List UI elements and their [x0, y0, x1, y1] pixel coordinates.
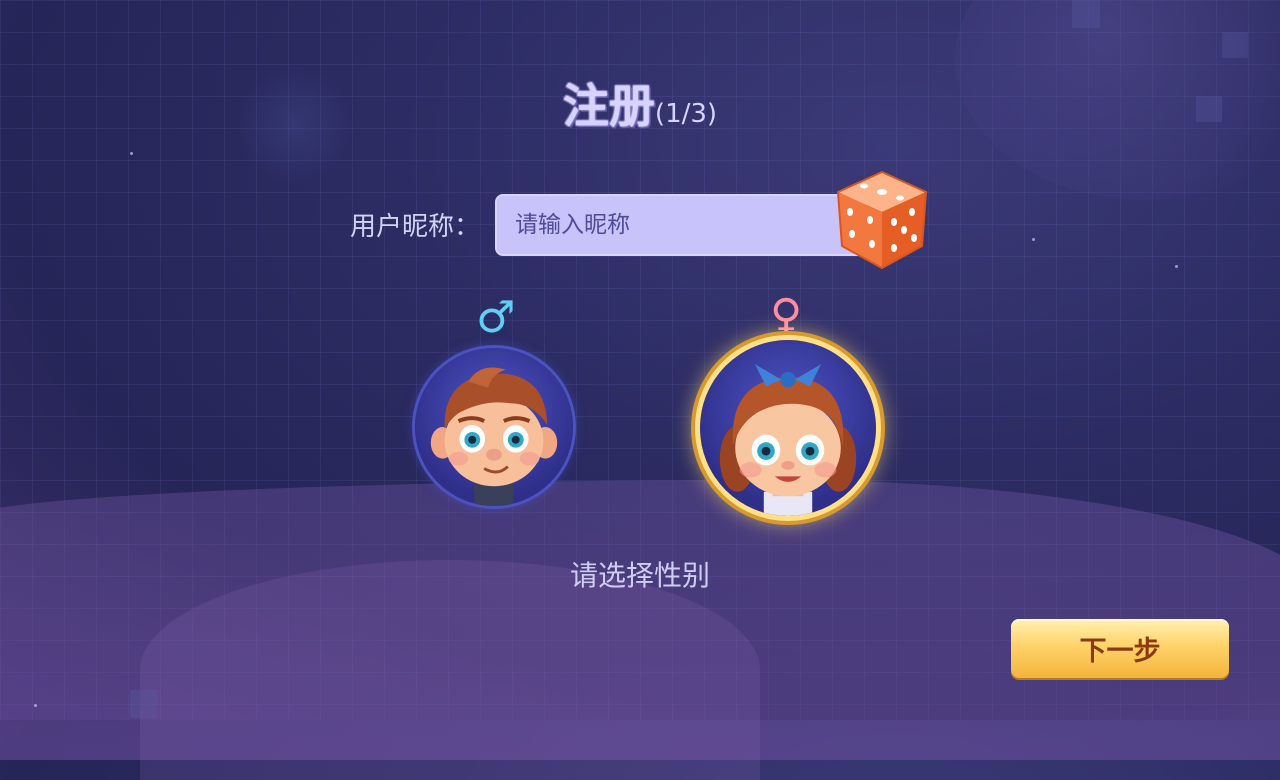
nickname-input[interactable]	[495, 194, 865, 256]
page-header: 注册(1/3)	[0, 70, 1280, 136]
star-decoration	[130, 152, 133, 155]
square-decoration	[1222, 32, 1248, 58]
page-title: 注册	[562, 79, 655, 133]
star-decoration	[1175, 265, 1178, 268]
male-symbol-icon: ♂	[476, 292, 516, 343]
male-avatar-option[interactable]	[415, 348, 573, 506]
girl-avatar-icon	[719, 364, 857, 516]
boy-avatar-icon	[430, 367, 558, 506]
female-symbol-icon: ♀	[770, 290, 803, 341]
square-decoration	[130, 690, 158, 718]
step-indicator: (1/3)	[654, 99, 718, 129]
nickname-label: 用户昵称：	[350, 212, 481, 242]
gender-select-hint: 请选择性别	[569, 559, 710, 592]
female-avatar-option[interactable]	[700, 340, 876, 516]
star-decoration	[34, 704, 37, 707]
star-decoration	[1032, 238, 1035, 241]
random-dice-icon[interactable]	[832, 168, 932, 272]
square-decoration	[1072, 0, 1100, 28]
next-step-button[interactable]: 下一步	[1011, 619, 1229, 678]
